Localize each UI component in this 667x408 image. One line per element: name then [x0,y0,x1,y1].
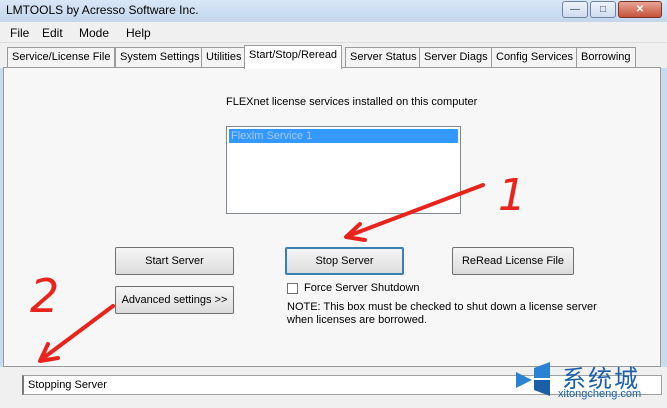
maximize-icon: □ [599,3,607,15]
stop-server-button[interactable]: Stop Server [285,247,404,275]
minimize-button[interactable]: — [562,1,588,18]
watermark: 系统城 xitongcheng.com [512,357,662,403]
list-item-service[interactable]: Flexlm Service 1 [229,129,458,143]
menu-file[interactable]: File [10,26,29,40]
title-bar: LMTOOLS by Acresso Software Inc. — □ ✕ [0,0,667,22]
tab-start-stop-reread[interactable]: Start/Stop/Reread [244,45,343,69]
tab-server-diags[interactable]: Server Diags [419,47,493,67]
menu-help[interactable]: Help [126,26,151,40]
advanced-settings-button[interactable]: Advanced settings >> [115,286,234,314]
tab-borrowing[interactable]: Borrowing [576,47,636,67]
force-shutdown-checkbox[interactable] [287,282,298,294]
menu-edit[interactable]: Edit [42,26,63,40]
tab-server-status[interactable]: Server Status [345,47,422,67]
tab-strip: Service/License File System Settings Uti… [0,43,667,69]
watermark-url: xitongcheng.com [558,388,642,400]
start-server-button[interactable]: Start Server [115,247,234,275]
start-stop-reread-panel: FLEXnet license services installed on th… [3,67,661,367]
windows-logo-icon [516,362,550,396]
menu-bar: File Edit Mode Help [0,22,667,43]
force-shutdown-row[interactable]: Force Server Shutdown [287,282,420,294]
force-shutdown-label: Force Server Shutdown [304,282,420,294]
menu-mode[interactable]: Mode [79,26,109,40]
maximize-button[interactable]: □ [590,1,616,18]
services-listbox[interactable]: Flexlm Service 1 [226,126,461,214]
window-title: LMTOOLS by Acresso Software Inc. [6,3,199,17]
tab-system-settings[interactable]: System Settings [115,47,205,67]
reread-license-file-button[interactable]: ReRead License File [452,247,574,275]
tab-service-license-file[interactable]: Service/License File [7,47,116,67]
borrow-note: NOTE: This box must be checked to shut d… [287,301,597,326]
tab-utilities[interactable]: Utilities [201,47,247,67]
close-button[interactable]: ✕ [618,1,662,18]
tab-config-services[interactable]: Config Services [491,47,579,67]
services-caption: FLEXnet license services installed on th… [226,96,478,108]
minimize-icon: — [570,3,580,15]
close-icon: ✕ [635,3,645,15]
